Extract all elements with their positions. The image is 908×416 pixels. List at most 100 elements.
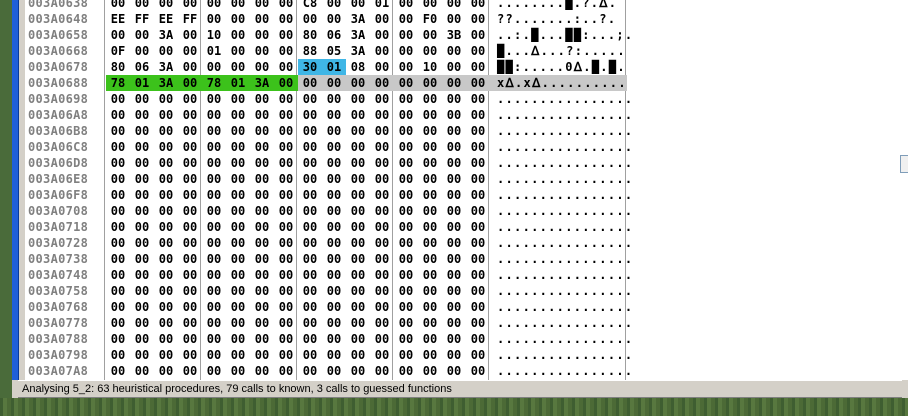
hex-byte[interactable]: 00 — [130, 283, 154, 299]
hex-byte[interactable]: 00 — [466, 251, 490, 267]
hex-byte[interactable]: 00 — [154, 171, 178, 187]
hex-byte[interactable]: 00 — [202, 347, 226, 363]
hex-byte[interactable]: 00 — [106, 267, 130, 283]
hex-byte[interactable]: 00 — [466, 203, 490, 219]
hex-byte[interactable]: 00 — [322, 139, 346, 155]
hex-byte[interactable]: 00 — [130, 123, 154, 139]
hex-byte[interactable]: 00 — [346, 171, 370, 187]
hex-byte[interactable]: 00 — [178, 235, 202, 251]
hex-byte[interactable]: 00 — [202, 283, 226, 299]
hex-byte[interactable]: 00 — [154, 0, 178, 11]
hex-byte[interactable]: 00 — [298, 11, 322, 27]
hex-byte[interactable]: 00 — [418, 331, 442, 347]
hex-byte[interactable]: 00 — [250, 139, 274, 155]
hex-byte[interactable]: 00 — [442, 123, 466, 139]
hex-byte[interactable]: 00 — [418, 43, 442, 59]
hex-row[interactable]: 003A0678 80 06 3A 00 00 00 00 00 30 01 08 00 00 10 00 00… — [25, 59, 908, 75]
hex-byte[interactable]: 00 — [226, 0, 250, 11]
hex-byte[interactable]: 00 — [250, 123, 274, 139]
hex-byte[interactable]: 00 — [346, 315, 370, 331]
hex-byte[interactable]: 00 — [394, 267, 418, 283]
hex-byte[interactable]: 00 — [250, 91, 274, 107]
hex-byte[interactable]: 00 — [394, 107, 418, 123]
hex-byte[interactable]: 78 — [202, 75, 226, 91]
hex-byte[interactable]: 00 — [322, 203, 346, 219]
hex-byte[interactable]: 00 — [346, 347, 370, 363]
hex-byte[interactable]: 00 — [418, 203, 442, 219]
hex-byte[interactable]: 00 — [178, 219, 202, 235]
hex-byte[interactable]: 00 — [418, 235, 442, 251]
hex-byte[interactable]: 00 — [250, 347, 274, 363]
hex-byte[interactable]: 00 — [394, 331, 418, 347]
hex-byte[interactable]: 00 — [202, 315, 226, 331]
hex-byte[interactable]: 00 — [346, 363, 370, 379]
hex-byte[interactable]: 00 — [418, 283, 442, 299]
hex-byte[interactable]: 00 — [250, 363, 274, 379]
hex-byte[interactable]: 00 — [322, 187, 346, 203]
hex-byte[interactable]: 00 — [226, 91, 250, 107]
hex-byte[interactable]: 00 — [178, 75, 202, 91]
hex-byte[interactable]: 00 — [154, 107, 178, 123]
hex-byte[interactable]: 00 — [250, 27, 274, 43]
hex-byte[interactable]: 00 — [130, 331, 154, 347]
hex-byte[interactable]: 00 — [202, 123, 226, 139]
hex-byte[interactable]: 00 — [418, 251, 442, 267]
hex-byte[interactable]: 00 — [322, 283, 346, 299]
hex-byte[interactable]: 00 — [466, 75, 490, 91]
hex-byte[interactable]: 00 — [418, 187, 442, 203]
hex-byte[interactable]: 00 — [178, 251, 202, 267]
hex-byte[interactable]: 30 — [298, 59, 322, 75]
hex-byte[interactable]: 00 — [370, 331, 394, 347]
hex-byte[interactable]: 00 — [346, 155, 370, 171]
hex-byte[interactable]: 00 — [226, 331, 250, 347]
hex-byte[interactable]: 00 — [130, 187, 154, 203]
hex-byte[interactable]: 00 — [178, 123, 202, 139]
hex-byte[interactable]: 00 — [322, 155, 346, 171]
hex-byte[interactable]: 00 — [250, 43, 274, 59]
hex-byte[interactable]: 00 — [106, 363, 130, 379]
hex-byte[interactable]: 00 — [394, 155, 418, 171]
hex-byte[interactable]: 00 — [466, 219, 490, 235]
hex-byte[interactable]: 00 — [106, 0, 130, 11]
hex-byte[interactable]: 00 — [418, 139, 442, 155]
hex-byte[interactable]: 00 — [370, 251, 394, 267]
hex-byte[interactable]: 00 — [466, 315, 490, 331]
hex-byte[interactable]: 00 — [154, 251, 178, 267]
hex-byte[interactable]: 00 — [370, 187, 394, 203]
hex-byte[interactable]: 00 — [370, 75, 394, 91]
hex-byte[interactable]: 00 — [322, 299, 346, 315]
hex-row[interactable]: 003A06D8 00 00 00 00 00 00 00 00 00 00 00 00 00 00 00 00… — [25, 155, 908, 171]
hex-byte[interactable]: 00 — [394, 59, 418, 75]
hex-byte[interactable]: 00 — [106, 139, 130, 155]
hex-byte[interactable]: 00 — [418, 299, 442, 315]
hex-byte[interactable]: 00 — [226, 251, 250, 267]
hex-byte[interactable]: 00 — [154, 331, 178, 347]
hex-byte[interactable]: 00 — [346, 219, 370, 235]
hex-byte[interactable]: 00 — [370, 219, 394, 235]
hex-byte[interactable]: 00 — [106, 347, 130, 363]
hex-byte[interactable]: 00 — [178, 155, 202, 171]
hex-row[interactable]: 003A06A8 00 00 00 00 00 00 00 00 00 00 00 00 00 00 00 00… — [25, 107, 908, 123]
hex-row[interactable]: 003A0708 00 00 00 00 00 00 00 00 00 00 00 00 00 00 00 00… — [25, 203, 908, 219]
hex-byte[interactable]: 00 — [274, 331, 298, 347]
hex-byte[interactable]: 00 — [322, 267, 346, 283]
hex-byte[interactable]: 00 — [106, 331, 130, 347]
hex-byte[interactable]: 00 — [298, 91, 322, 107]
hex-byte[interactable]: 00 — [106, 219, 130, 235]
hex-byte[interactable]: 00 — [418, 347, 442, 363]
hex-row[interactable]: 003A0748 00 00 00 00 00 00 00 00 00 00 00 00 00 00 00 00… — [25, 267, 908, 283]
hex-byte[interactable]: 00 — [370, 315, 394, 331]
hex-byte[interactable]: 00 — [322, 235, 346, 251]
hex-byte[interactable]: 00 — [274, 235, 298, 251]
hex-byte[interactable]: 00 — [418, 155, 442, 171]
hex-byte[interactable]: 00 — [442, 11, 466, 27]
hex-byte[interactable]: 00 — [130, 203, 154, 219]
hex-byte[interactable]: 00 — [106, 235, 130, 251]
hex-byte[interactable]: 00 — [274, 11, 298, 27]
hex-byte[interactable]: 00 — [202, 171, 226, 187]
hex-byte[interactable]: 00 — [370, 59, 394, 75]
hex-byte[interactable]: 00 — [274, 171, 298, 187]
hex-byte[interactable]: 01 — [322, 59, 346, 75]
hex-byte[interactable]: 00 — [226, 203, 250, 219]
hex-byte[interactable]: 00 — [274, 155, 298, 171]
